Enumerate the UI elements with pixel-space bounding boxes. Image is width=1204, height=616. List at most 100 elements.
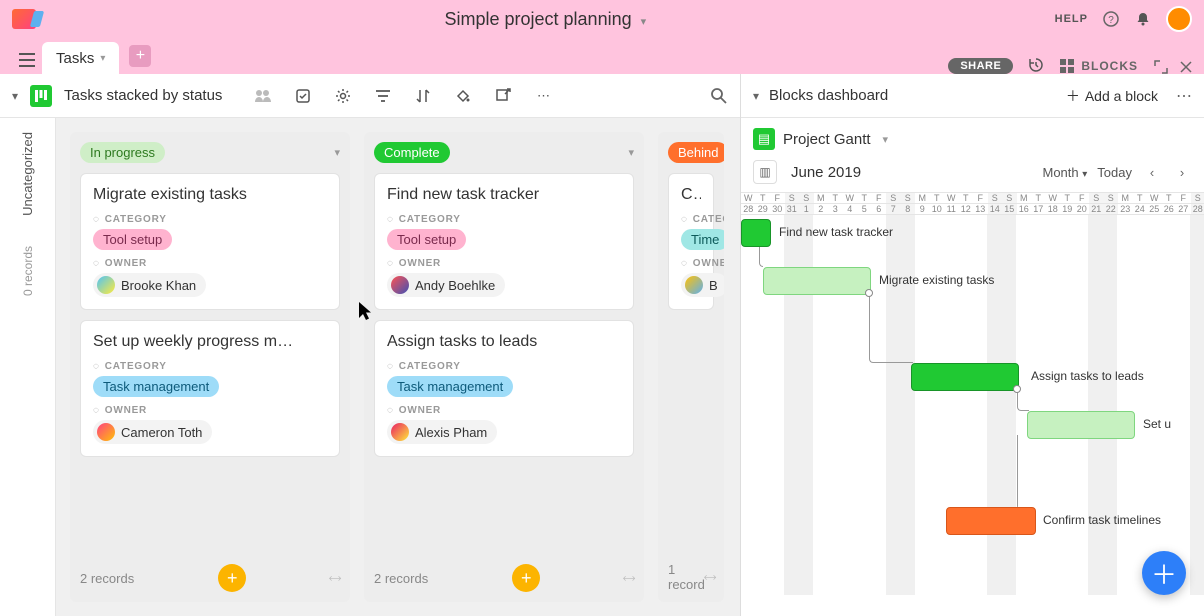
card-title: Assign tasks to leads bbox=[387, 333, 621, 351]
search-icon[interactable] bbox=[710, 87, 728, 105]
history-icon[interactable] bbox=[1027, 56, 1045, 74]
chevron-down-icon: ▾ bbox=[883, 133, 889, 146]
add-table-button[interactable]: + bbox=[129, 45, 151, 67]
user-avatar[interactable] bbox=[1166, 6, 1192, 32]
field-label: ◌CATEGORY bbox=[93, 214, 327, 225]
close-icon[interactable] bbox=[1180, 61, 1192, 73]
sort-icon[interactable] bbox=[414, 87, 432, 105]
category-tag: Tool setup bbox=[93, 229, 172, 250]
kanban-pane: ▾ Tasks stacked by status ⋯ Uncategor bbox=[0, 74, 740, 616]
kanban-column[interactable]: Complete ▾ Find new task tracker ◌CATEGOR… bbox=[364, 132, 644, 602]
field-label: ◌OWNER bbox=[681, 258, 701, 269]
owner-chip: Brooke Khan bbox=[93, 273, 206, 297]
tab-label: Tasks bbox=[56, 50, 94, 67]
gantt-bar[interactable] bbox=[763, 267, 871, 295]
gantt-next-icon[interactable]: › bbox=[1172, 162, 1192, 182]
expand-icon[interactable] bbox=[1154, 60, 1168, 74]
gantt-sidebar-toggle[interactable]: ▥ bbox=[753, 160, 777, 184]
kanban-board: Uncategorized 0 records In progress ▾ Mig… bbox=[0, 118, 740, 616]
notifications-icon[interactable] bbox=[1134, 10, 1152, 28]
view-name[interactable]: Tasks stacked by status bbox=[64, 87, 222, 104]
filter-icon[interactable] bbox=[374, 87, 392, 105]
blocks-menu-icon[interactable]: ▾ bbox=[753, 89, 759, 103]
help-icon[interactable]: ? bbox=[1102, 10, 1120, 28]
gantt-prev-icon[interactable]: ‹ bbox=[1142, 162, 1162, 182]
base-title[interactable]: Simple project planning ▾ bbox=[36, 9, 1055, 30]
gantt-bar[interactable] bbox=[946, 507, 1036, 535]
share-button[interactable]: SHARE bbox=[948, 58, 1013, 74]
kanban-column[interactable]: In progress ▾ Migrate existing tasks ◌CAT… bbox=[70, 132, 350, 602]
field-label: ◌CATEGORY bbox=[387, 214, 621, 225]
column-menu-icon[interactable]: ▾ bbox=[628, 146, 634, 159]
gantt-icon: ▤ bbox=[753, 128, 775, 150]
kanban-card[interactable]: Set up weekly progress m… ◌CATEGORY Task… bbox=[80, 320, 340, 457]
tab-tasks[interactable]: Tasks ▾ bbox=[42, 42, 119, 74]
collaborators-icon[interactable] bbox=[254, 87, 272, 105]
avatar bbox=[97, 423, 115, 441]
status-pill[interactable]: Complete bbox=[374, 142, 450, 163]
category-tag: Time bbox=[681, 229, 724, 250]
add-block-button[interactable]: ＋Add a block bbox=[1066, 86, 1158, 106]
blocks-bar: ▾ Blocks dashboard ＋Add a block ⋯ bbox=[741, 74, 1204, 118]
gantt-task-label: Set u bbox=[1143, 417, 1171, 431]
kanban-column[interactable]: Behind▾ Conf ◌CATEGORY Time ◌OWNER B1 re… bbox=[658, 132, 724, 602]
uncategorized-column[interactable]: Uncategorized 0 records bbox=[0, 118, 56, 616]
block-name: Project Gantt bbox=[783, 131, 871, 148]
owner-chip: B bbox=[681, 273, 724, 297]
gantt-task-label: Confirm task timelines bbox=[1043, 513, 1161, 527]
help-button[interactable]: HELP bbox=[1055, 13, 1088, 25]
color-icon[interactable] bbox=[454, 87, 472, 105]
record-count: 2 records bbox=[80, 571, 134, 586]
settings-icon[interactable] bbox=[334, 87, 352, 105]
field-label: ◌OWNER bbox=[93, 405, 327, 416]
chevron-down-icon: ▾ bbox=[100, 53, 105, 64]
more-icon[interactable]: ⋯ bbox=[534, 87, 552, 105]
add-card-button[interactable]: + bbox=[218, 564, 246, 592]
status-pill[interactable]: In progress bbox=[80, 142, 165, 163]
add-task-fab[interactable]: ＋ bbox=[1142, 551, 1186, 595]
view-bar: ▾ Tasks stacked by status ⋯ bbox=[0, 74, 740, 118]
field-label: ◌CATEGORY bbox=[387, 361, 621, 372]
views-menu-icon[interactable]: ▾ bbox=[12, 89, 18, 103]
base-title-text: Simple project planning bbox=[444, 9, 631, 29]
add-card-button[interactable]: + bbox=[512, 564, 540, 592]
field-label: ◌CATEGORY bbox=[681, 214, 701, 225]
gantt-bar[interactable] bbox=[741, 219, 771, 247]
svg-text:?: ? bbox=[1108, 15, 1114, 26]
block-header[interactable]: ▤ Project Gantt ▾ bbox=[741, 118, 1204, 156]
kanban-card[interactable]: Find new task tracker ◌CATEGORY Tool set… bbox=[374, 173, 634, 310]
blocks-pane: ▾ Blocks dashboard ＋Add a block ⋯ ▤ Proj… bbox=[740, 74, 1204, 616]
blocks-toggle[interactable]: BLOCKS bbox=[1059, 58, 1138, 74]
gantt-task-label: Migrate existing tasks bbox=[879, 273, 994, 287]
customize-cards-icon[interactable] bbox=[294, 87, 312, 105]
gantt-today-button[interactable]: Today bbox=[1097, 165, 1132, 180]
gantt-toolbar: ▥ June 2019 Month ▾ Today ‹ › bbox=[741, 156, 1204, 193]
gantt-mode-select[interactable]: Month ▾ bbox=[1043, 165, 1088, 180]
card-title: Find new task tracker bbox=[387, 186, 621, 204]
kanban-card[interactable]: Conf ◌CATEGORY Time ◌OWNER B bbox=[668, 173, 714, 310]
owner-chip: Cameron Toth bbox=[93, 420, 212, 444]
kanban-card[interactable]: Assign tasks to leads ◌CATEGORY Task man… bbox=[374, 320, 634, 457]
card-title: Migrate existing tasks bbox=[93, 186, 327, 204]
gantt-bar[interactable] bbox=[911, 363, 1019, 391]
column-menu-icon[interactable]: ▾ bbox=[334, 146, 340, 159]
gantt-month: June 2019 bbox=[791, 164, 861, 181]
menu-icon[interactable] bbox=[12, 46, 42, 74]
field-label: ◌CATEGORY bbox=[93, 361, 327, 372]
status-pill[interactable]: Behind bbox=[668, 142, 724, 163]
blocks-more-icon[interactable]: ⋯ bbox=[1176, 86, 1192, 106]
card-title: Set up weekly progress m… bbox=[93, 333, 327, 351]
expand-column-icon[interactable]: ⤢ bbox=[620, 569, 637, 586]
avatar bbox=[97, 276, 115, 294]
avatar bbox=[391, 276, 409, 294]
kanban-card[interactable]: Migrate existing tasks ◌CATEGORY Tool se… bbox=[80, 173, 340, 310]
logo-icon[interactable] bbox=[12, 9, 36, 29]
expand-column-icon[interactable]: ⤢ bbox=[326, 569, 343, 586]
share-view-icon[interactable] bbox=[494, 87, 512, 105]
gantt-chart[interactable]: WTFSSMTWTFSSMTWTFSSMTWTFSSMTWTFS 2829303… bbox=[741, 193, 1204, 613]
gantt-task-label: Find new task tracker bbox=[779, 225, 893, 239]
gantt-bar[interactable] bbox=[1027, 411, 1135, 439]
owner-chip: Alexis Pham bbox=[387, 420, 497, 444]
kanban-view-icon[interactable] bbox=[30, 85, 52, 107]
blocks-label: BLOCKS bbox=[1081, 59, 1138, 73]
